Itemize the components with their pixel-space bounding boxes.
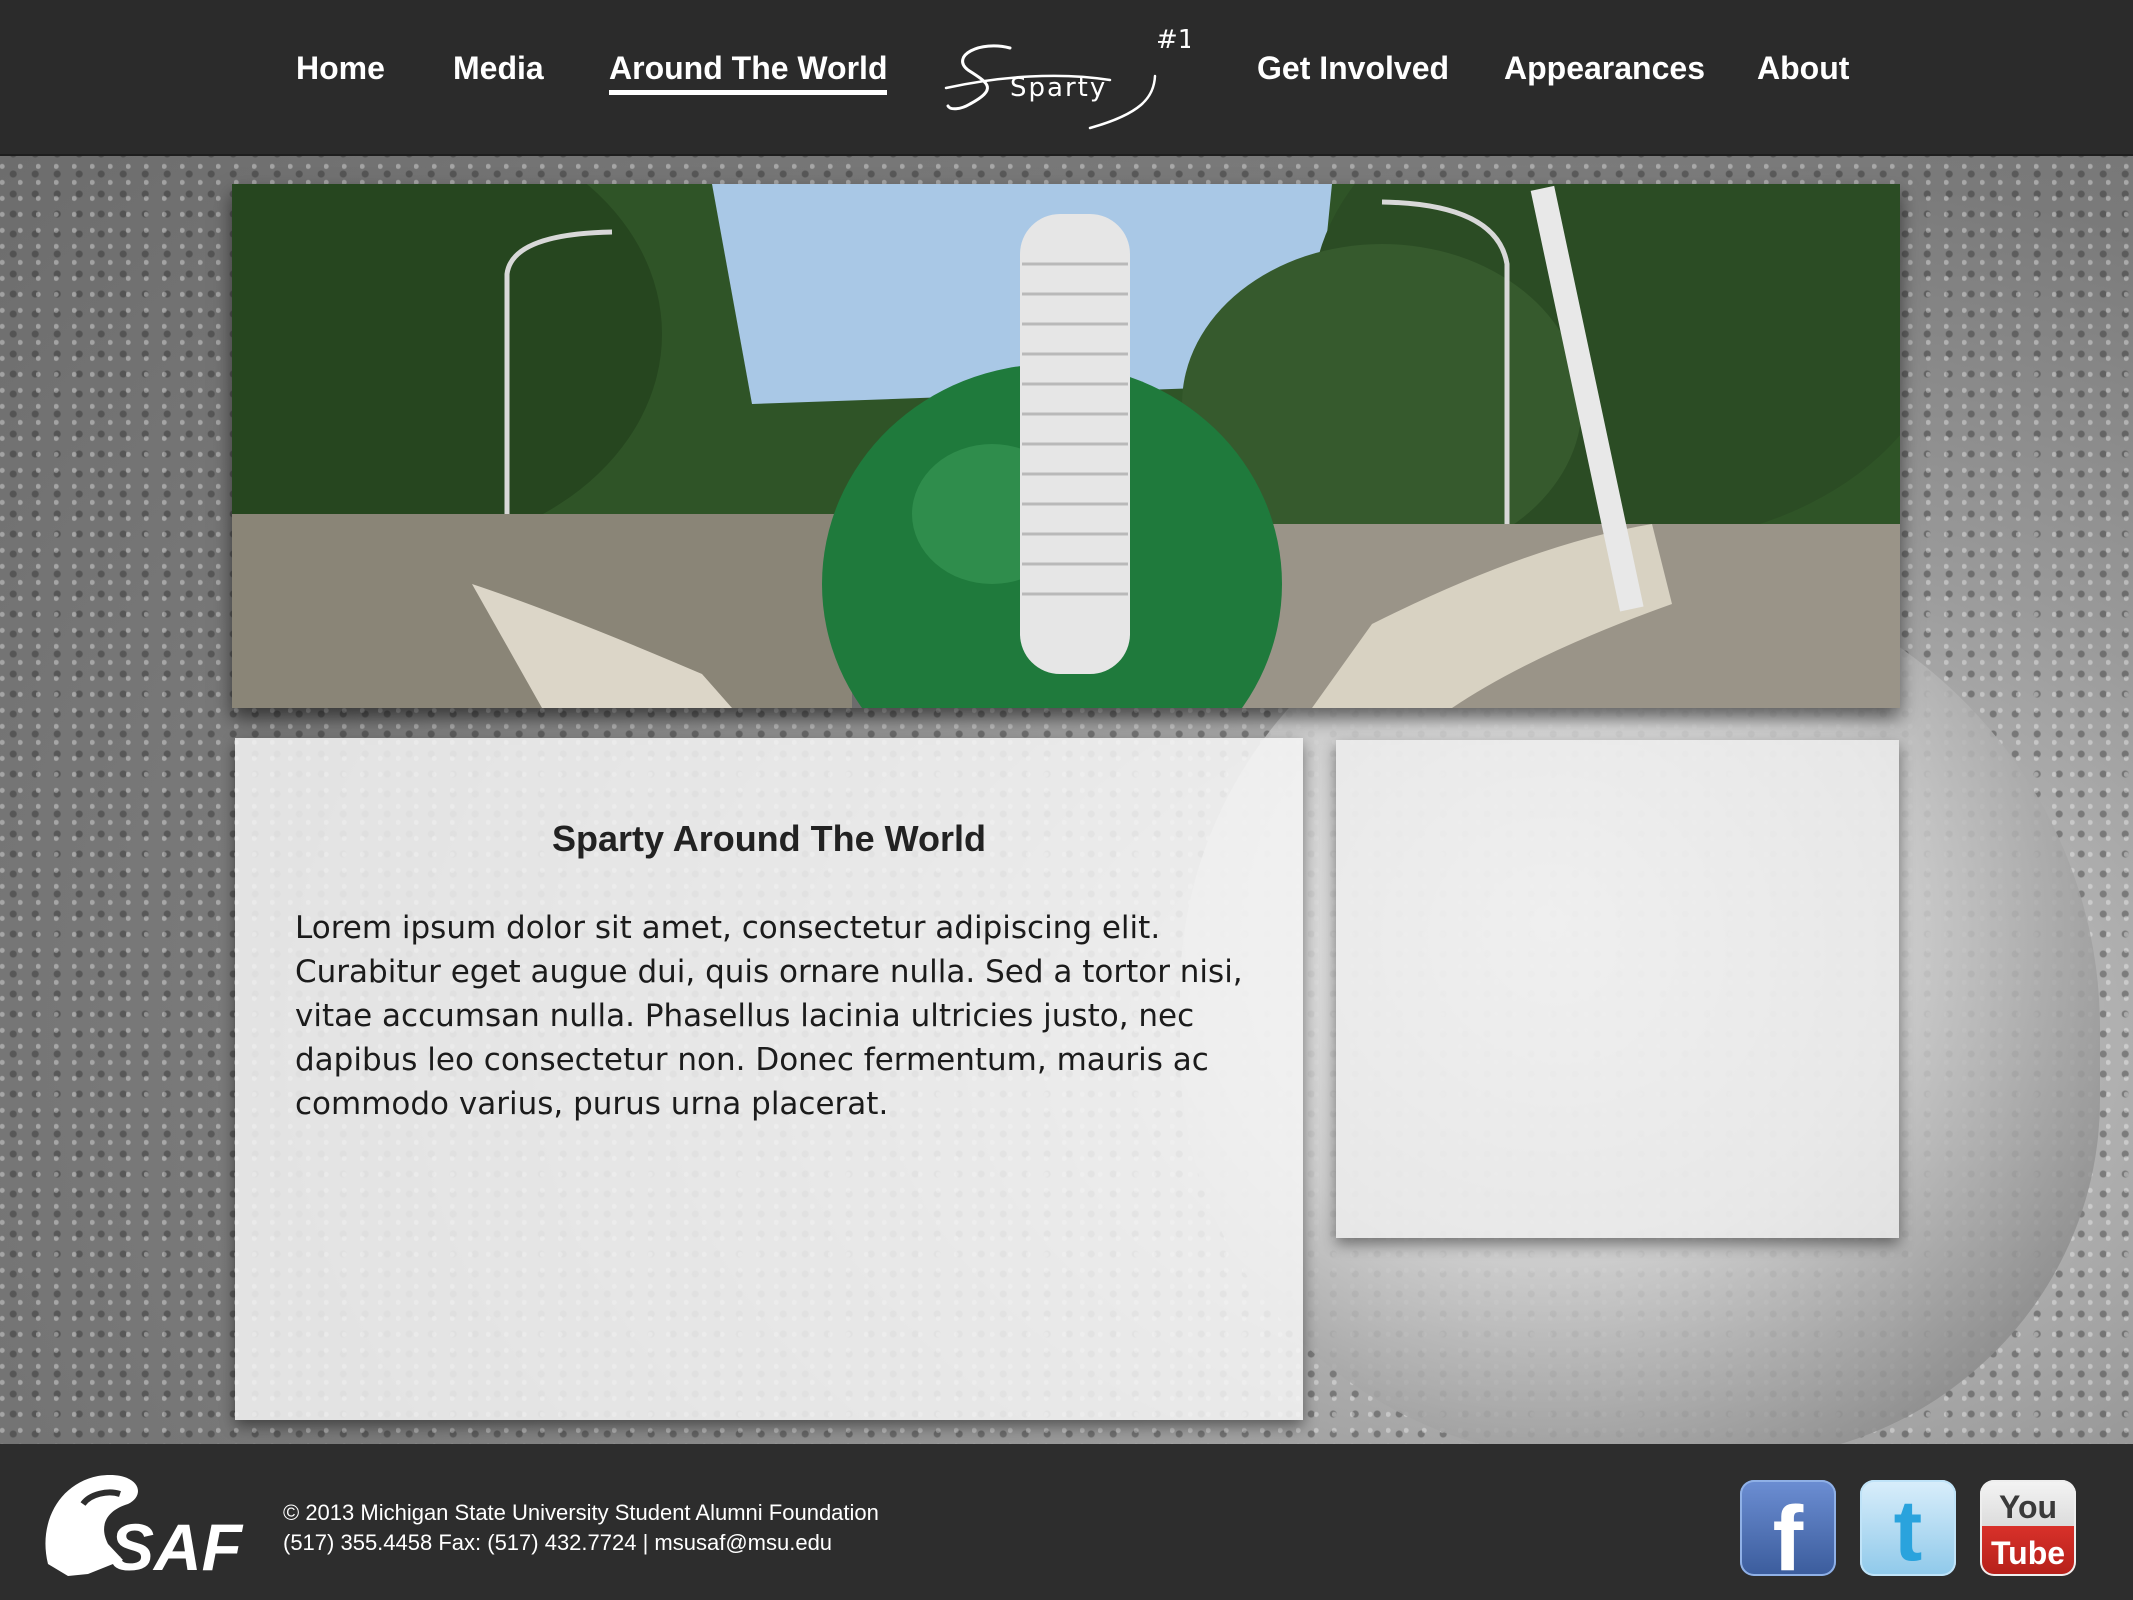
side-panel <box>1336 740 1899 1238</box>
sparty-logo[interactable]: Sparty #1 <box>940 18 1194 136</box>
facebook-button[interactable]: f <box>1740 1480 1836 1576</box>
nav-get-involved[interactable]: Get Involved <box>1257 50 1449 87</box>
svg-text:You: You <box>1999 1489 2057 1525</box>
svg-text:Tube: Tube <box>1991 1535 2065 1571</box>
sparty-signature-icon: Sparty #1 <box>944 25 1194 130</box>
sparty-logo-text: Sparty <box>1010 73 1107 103</box>
footer-info: © 2013 Michigan State University Student… <box>283 1498 879 1558</box>
nav-appearances[interactable]: Appearances <box>1504 50 1705 87</box>
svg-text:t: t <box>1894 1483 1923 1576</box>
youtube-button[interactable]: You Tube <box>1980 1480 2076 1576</box>
saf-logo: SAF <box>28 1464 250 1584</box>
main-content-panel: Sparty Around The World Lorem ipsum dolo… <box>235 738 1303 1420</box>
nav-around-the-world[interactable]: Around The World <box>609 50 888 95</box>
hero-banner-photo <box>232 184 1900 708</box>
footer: SAF © 2013 Michigan State University Stu… <box>0 1444 2133 1600</box>
twitter-icon: t <box>1894 1483 1923 1576</box>
saf-logo-text: SAF <box>110 1510 244 1584</box>
svg-text:f: f <box>1773 1488 1804 1576</box>
nav-home[interactable]: Home <box>296 50 385 87</box>
spartan-helmet-icon: SAF <box>45 1475 244 1584</box>
footer-contact: (517) 355.4458 Fax: (517) 432.7724 | msu… <box>283 1530 833 1555</box>
nav-media[interactable]: Media <box>453 50 544 87</box>
top-navigation-bar: Home Media Around The World Sparty #1 Ge… <box>0 0 2133 156</box>
page-title: Sparty Around The World <box>551 818 986 859</box>
facebook-icon: f <box>1773 1488 1804 1576</box>
footer-copyright: © 2013 Michigan State University Student… <box>283 1500 879 1525</box>
page-body-text: Lorem ipsum dolor sit amet, consectetur … <box>295 910 1243 1122</box>
twitter-button[interactable]: t <box>1860 1480 1956 1576</box>
parade-illustration <box>232 184 1900 708</box>
sparty-logo-badge: #1 <box>1156 25 1190 55</box>
youtube-icon: You Tube <box>1991 1489 2065 1571</box>
nav-about[interactable]: About <box>1757 50 1849 87</box>
